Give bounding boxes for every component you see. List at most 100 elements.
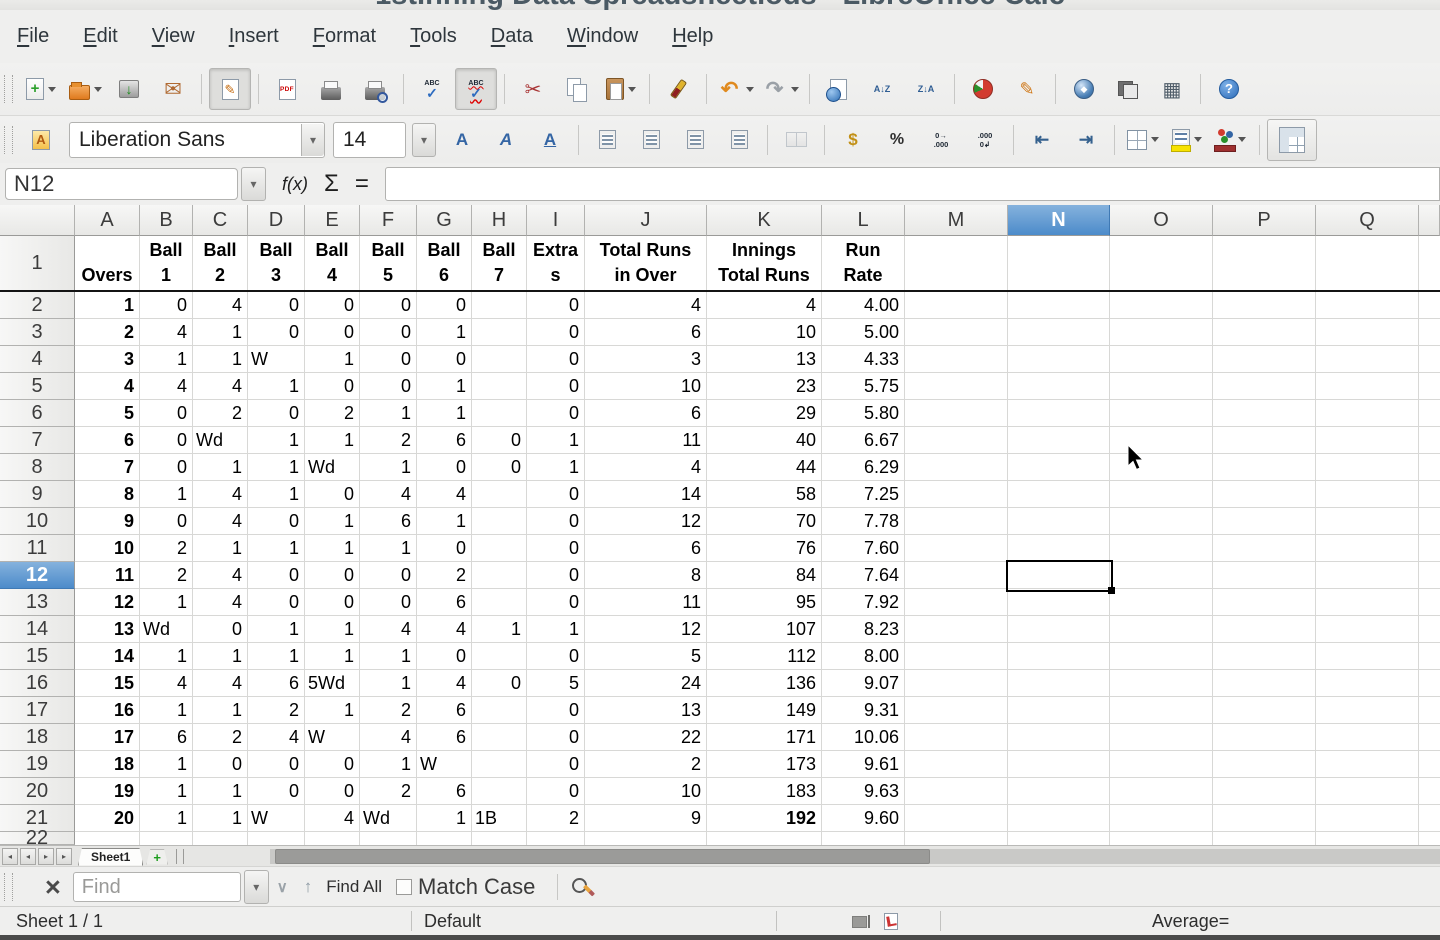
cell-I15[interactable]: 0 [527,643,585,670]
cell-J18[interactable]: 22 [585,724,707,751]
cell-N10[interactable] [1008,508,1110,535]
cell-M1[interactable] [905,236,1008,292]
cell-I11[interactable]: 0 [527,535,585,562]
cell-F18[interactable]: 4 [360,724,417,751]
cell-O18[interactable] [1110,724,1213,751]
cell-D4[interactable]: W [248,346,305,373]
cell-J22[interactable] [585,832,707,845]
toolbar-button-borders[interactable] [1122,119,1164,161]
cell-Q9[interactable] [1316,481,1419,508]
column-header-G[interactable]: G [417,205,472,236]
cell-O2[interactable] [1110,292,1213,319]
cell-M20[interactable] [905,778,1008,805]
match-case-checkbox[interactable] [396,879,412,895]
cell-O15[interactable] [1110,643,1213,670]
row-header-16[interactable]: 16 [0,670,75,697]
cell-F5[interactable]: 0 [360,373,417,400]
cell-H16[interactable]: 0 [472,670,527,697]
cell-I16[interactable]: 5 [527,670,585,697]
cell-B12[interactable]: 2 [140,562,193,589]
cell-K12[interactable]: 84 [707,562,822,589]
toolbar-button-export-pdf[interactable]: PDF [266,68,308,110]
cell-D13[interactable]: 0 [248,589,305,616]
cell-L21[interactable]: 9.60 [822,805,905,832]
toolbar-button-percent[interactable]: % [876,119,918,161]
cell-H20[interactable] [472,778,527,805]
cell-J2[interactable]: 4 [585,292,707,319]
cell-C1[interactable]: Ball 2 [193,236,248,292]
cell-C6[interactable]: 2 [193,400,248,427]
cell-N3[interactable] [1008,319,1110,346]
cell-N14[interactable] [1008,616,1110,643]
cell-Q20[interactable] [1316,778,1419,805]
cell-D18[interactable]: 4 [248,724,305,751]
cell-E10[interactable]: 1 [305,508,360,535]
page-style[interactable]: Default [424,911,481,932]
toolbar-button-increase-indent[interactable]: ⇥ [1065,119,1107,161]
cell-J4[interactable]: 3 [585,346,707,373]
cell-I18[interactable]: 0 [527,724,585,751]
cell-D20[interactable]: 0 [248,778,305,805]
cell-B8[interactable]: 0 [140,454,193,481]
toolbar-button-redo[interactable]: ↷ [759,68,802,110]
cell-P19[interactable] [1213,751,1316,778]
dropdown-arrow-icon[interactable] [628,87,636,92]
cell-C3[interactable]: 1 [193,319,248,346]
fill-handle[interactable] [1108,587,1115,594]
cell-L22[interactable] [822,832,905,845]
cell-N8[interactable] [1008,454,1110,481]
cell-Q19[interactable] [1316,751,1419,778]
cell-N22[interactable] [1008,832,1110,845]
toolbar-button-hyperlink[interactable] [817,68,859,110]
cell-E21[interactable]: 4 [305,805,360,832]
cell-O21[interactable] [1110,805,1213,832]
cell-O1[interactable] [1110,236,1213,292]
cell-G18[interactable]: 6 [417,724,472,751]
last-sheet-button[interactable]: ▸ [56,848,72,865]
cell-K11[interactable]: 76 [707,535,822,562]
cell-M19[interactable] [905,751,1008,778]
cell-P15[interactable] [1213,643,1316,670]
cell-I3[interactable]: 0 [527,319,585,346]
cell-Q18[interactable] [1316,724,1419,751]
find-history-dropdown[interactable]: ▾ [244,870,269,904]
cell-K3[interactable]: 10 [707,319,822,346]
cell-B7[interactable]: 0 [140,427,193,454]
cell-C15[interactable]: 1 [193,643,248,670]
row-header-20[interactable]: 20 [0,778,75,805]
toolbar-button-email[interactable]: ✉ [152,68,194,110]
menu-view[interactable]: View [135,20,212,53]
find-toolbar-grip[interactable] [4,873,13,901]
cell-D6[interactable]: 0 [248,400,305,427]
row-header-13[interactable]: 13 [0,589,75,616]
cell-F6[interactable]: 1 [360,400,417,427]
toolbar-button-merge-cells[interactable] [775,119,817,161]
cell-J9[interactable]: 14 [585,481,707,508]
cell-G12[interactable]: 2 [417,562,472,589]
cell-J5[interactable]: 10 [585,373,707,400]
toolbar-button-add-decimal[interactable]: 0→ .000 [920,119,962,161]
cell-F4[interactable]: 0 [360,346,417,373]
cell-Q5[interactable] [1316,373,1419,400]
cell-M4[interactable] [905,346,1008,373]
cell-A13[interactable]: 12 [75,589,140,616]
cell-I5[interactable]: 0 [527,373,585,400]
cell-A4[interactable]: 3 [75,346,140,373]
toolbar-button-underline[interactable]: A [529,119,571,161]
cell-G13[interactable]: 6 [417,589,472,616]
name-box-dropdown[interactable]: ▾ [241,167,266,201]
toolbar-button-spelling[interactable]: ABC [411,68,453,110]
toolbar-button-auto-spellcheck[interactable]: ABC [455,68,497,110]
column-header-P[interactable]: P [1213,205,1316,236]
cell-K1[interactable]: Innings Total Runs [707,236,822,292]
cell-F13[interactable]: 0 [360,589,417,616]
cell-D1[interactable]: Ball 3 [248,236,305,292]
cell-F15[interactable]: 1 [360,643,417,670]
first-sheet-button[interactable]: ◂ [2,848,18,865]
cell-O22[interactable] [1110,832,1213,845]
cell-H8[interactable]: 0 [472,454,527,481]
cell-B2[interactable]: 0 [140,292,193,319]
cell-P4[interactable] [1213,346,1316,373]
cell-J17[interactable]: 13 [585,697,707,724]
cell-Q21[interactable] [1316,805,1419,832]
